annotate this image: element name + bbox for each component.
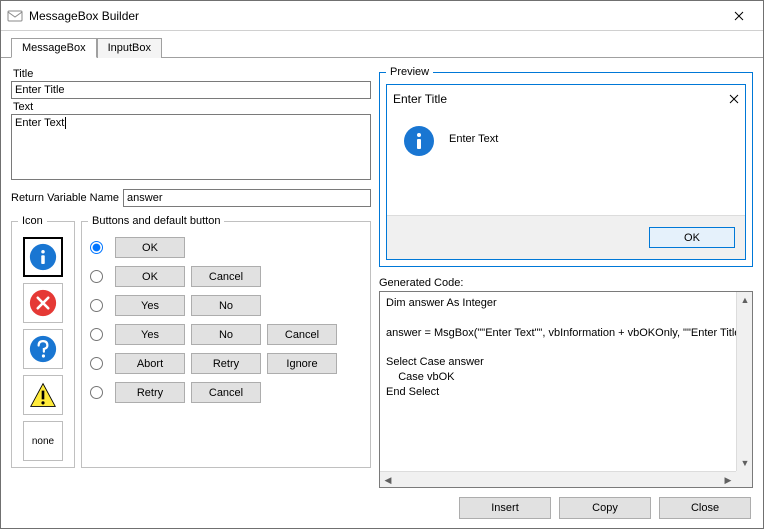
icon-choice-info[interactable] <box>23 237 63 277</box>
scroll-left-icon[interactable]: ◀ <box>380 472 396 488</box>
radio-yesnocancel[interactable] <box>90 328 103 341</box>
icon-group: Icon <box>11 215 75 468</box>
button-row-okcancel: OK Cancel <box>88 266 364 287</box>
generated-code-label: Generated Code: <box>379 277 753 289</box>
sample-no2[interactable]: No <box>191 324 261 345</box>
preview-close-button[interactable] <box>729 94 739 104</box>
right-column: Preview Enter Title <box>379 66 753 488</box>
app-icon <box>7 8 23 24</box>
sample-ok[interactable]: OK <box>115 237 185 258</box>
warning-icon <box>29 381 57 409</box>
icon-column: none <box>18 233 68 461</box>
close-icon <box>734 11 744 21</box>
radio-retrycancel[interactable] <box>90 386 103 399</box>
scroll-corner <box>736 471 752 487</box>
return-var-row: Return Variable Name <box>11 189 371 207</box>
question-icon <box>29 335 57 363</box>
text-label: Text <box>13 101 371 113</box>
none-label: none <box>32 436 54 447</box>
icon-choice-warning[interactable] <box>23 375 63 415</box>
title-label: Title <box>13 68 371 80</box>
generated-code-text: Dim answer As Integer answer = MsgBox(""… <box>380 292 736 471</box>
preview-window: Enter Title <box>386 84 746 260</box>
icon-choice-question[interactable] <box>23 329 63 369</box>
app-window: MessageBox Builder MessageBox InputBox T… <box>0 0 764 529</box>
preview-button-bar: OK <box>387 215 745 259</box>
icon-buttons-row: Icon <box>11 207 371 468</box>
radio-yesno[interactable] <box>90 299 103 312</box>
sample-abort[interactable]: Abort <box>115 353 185 374</box>
sample-retry[interactable]: Retry <box>191 353 261 374</box>
sample-cancel[interactable]: Cancel <box>191 266 261 287</box>
buttons-group: Buttons and default button OK OK Cancel … <box>81 215 371 468</box>
scroll-down-icon[interactable]: ▼ <box>737 455 753 471</box>
tab-messagebox[interactable]: MessageBox <box>11 38 97 58</box>
scrollbar-horizontal[interactable]: ◀ ▶ <box>380 471 736 487</box>
insert-button[interactable]: Insert <box>459 497 551 519</box>
button-row-abortretryignore: Abort Retry Ignore <box>88 353 364 374</box>
button-row-yesnocancel: Yes No Cancel <box>88 324 364 345</box>
preview-body: Enter Text <box>387 113 745 215</box>
return-var-label: Return Variable Name <box>11 192 119 204</box>
preview-ok-button[interactable]: OK <box>649 227 735 248</box>
sample-ignore[interactable]: Ignore <box>267 353 337 374</box>
icon-choice-error[interactable] <box>23 283 63 323</box>
info-icon <box>29 243 57 271</box>
left-column: Title Text Enter Text Return Variable Na… <box>11 66 371 488</box>
preview-titlebar: Enter Title <box>387 85 745 113</box>
close-button[interactable]: Close <box>659 497 751 519</box>
generated-code-box[interactable]: Dim answer As Integer answer = MsgBox(""… <box>379 291 753 488</box>
icon-group-legend: Icon <box>18 215 47 227</box>
title-input[interactable] <box>11 81 371 99</box>
sample-yes2[interactable]: Yes <box>115 324 185 345</box>
preview-legend: Preview <box>386 66 433 78</box>
preview-group: Preview Enter Title <box>379 66 753 267</box>
return-var-input[interactable] <box>123 189 371 207</box>
radio-okcancel[interactable] <box>90 270 103 283</box>
button-row-ok: OK <box>88 237 364 258</box>
sample-cancel3[interactable]: Cancel <box>191 382 261 403</box>
text-input[interactable] <box>11 114 371 180</box>
radio-abortretryignore[interactable] <box>90 357 103 370</box>
footer: Insert Copy Close <box>1 488 763 528</box>
radio-ok[interactable] <box>90 241 103 254</box>
scroll-up-icon[interactable]: ▲ <box>737 292 753 308</box>
close-icon <box>729 94 739 104</box>
preview-icon <box>403 125 435 157</box>
sample-cancel2[interactable]: Cancel <box>267 324 337 345</box>
tab-inputbox[interactable]: InputBox <box>97 38 162 58</box>
preview-title: Enter Title <box>393 92 729 106</box>
copy-button[interactable]: Copy <box>559 497 651 519</box>
body: Title Text Enter Text Return Variable Na… <box>1 58 763 488</box>
button-row-retrycancel: Retry Cancel <box>88 382 364 403</box>
scroll-right-icon[interactable]: ▶ <box>720 472 736 488</box>
titlebar: MessageBox Builder <box>1 1 763 31</box>
sample-yes[interactable]: Yes <box>115 295 185 316</box>
sample-no[interactable]: No <box>191 295 261 316</box>
tabs: MessageBox InputBox <box>1 31 763 58</box>
sample-ok2[interactable]: OK <box>115 266 185 287</box>
buttons-group-legend: Buttons and default button <box>88 215 224 227</box>
icon-choice-none[interactable]: none <box>23 421 63 461</box>
scrollbar-vertical[interactable]: ▲ ▼ <box>736 292 752 471</box>
button-row-yesno: Yes No <box>88 295 364 316</box>
error-icon <box>29 289 57 317</box>
window-title: MessageBox Builder <box>29 9 716 23</box>
info-icon <box>403 125 435 157</box>
window-close-button[interactable] <box>716 2 761 30</box>
preview-text: Enter Text <box>449 125 498 145</box>
sample-retry2[interactable]: Retry <box>115 382 185 403</box>
